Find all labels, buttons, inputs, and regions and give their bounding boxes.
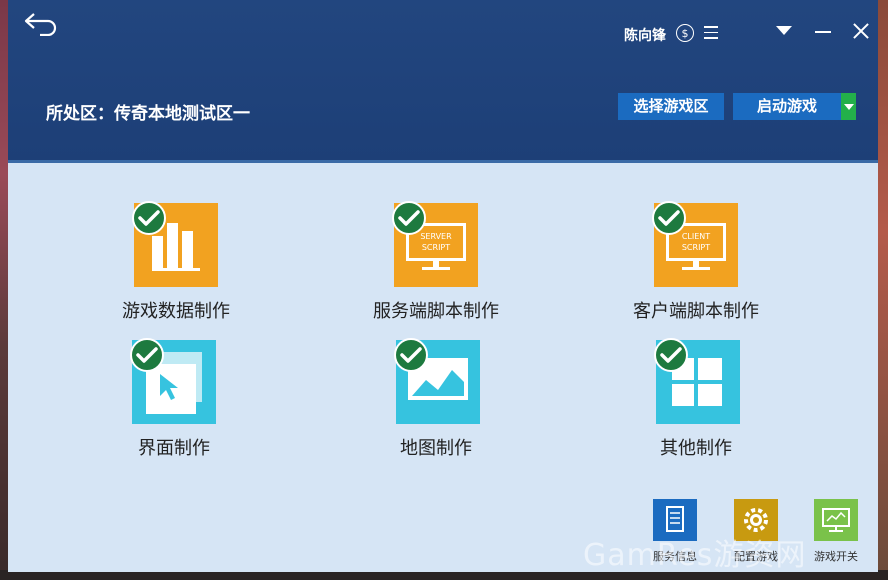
tile-other[interactable]: [654, 338, 740, 424]
dropdown-icon[interactable]: [776, 26, 792, 35]
back-button[interactable]: [22, 10, 60, 37]
start-game-button[interactable]: 启动游戏: [733, 93, 841, 120]
minimize-icon[interactable]: [815, 31, 831, 33]
user-name[interactable]: 陈向锋: [624, 25, 666, 45]
tile-label-game-data: 游戏数据制作: [122, 301, 230, 322]
tile-label-server-script: 服务端脚本制作: [373, 301, 499, 322]
tile-client-script[interactable]: CLIENT SCRIPT: [652, 201, 738, 287]
tile-label-ui-design: 界面制作: [138, 438, 210, 459]
monitor-text-server-2: SCRIPT: [422, 243, 450, 252]
check-icon: [132, 201, 166, 235]
check-icon: [392, 201, 426, 235]
tile-label-client-script: 客户端脚本制作: [633, 301, 759, 322]
coin-icon[interactable]: $: [676, 24, 694, 42]
game-switch-button[interactable]: [814, 499, 858, 541]
menu-icon[interactable]: [704, 26, 718, 40]
check-icon: [394, 338, 428, 372]
check-icon: [654, 338, 688, 372]
tile-map-design[interactable]: [394, 338, 480, 424]
desktop-background-right: [878, 0, 888, 580]
start-game-dropdown-button[interactable]: [841, 93, 856, 120]
tile-label-other: 其他制作: [660, 438, 732, 459]
game-switch-label: 游戏开关: [814, 550, 858, 563]
close-icon[interactable]: [852, 22, 870, 40]
tile-label-map-design: 地图制作: [400, 438, 472, 459]
monitor-icon: [822, 508, 850, 532]
watermark: GamRes游资网: [583, 538, 807, 573]
coin-symbol: $: [681, 27, 689, 40]
tile-server-script[interactable]: SERVER SCRIPT: [392, 201, 478, 287]
check-icon: [652, 201, 686, 235]
header-bar: 陈向锋 $ 所处区：传奇本地测试区一 选择游戏区 启动游戏: [8, 0, 878, 163]
app-window: 陈向锋 $ 所处区：传奇本地测试区一 选择游戏区 启动游戏 游戏数据制作 SER…: [8, 0, 878, 573]
back-arrow-icon: [24, 13, 57, 37]
tile-ui-design[interactable]: [130, 338, 216, 424]
current-zone-label: 所处区：传奇本地测试区一: [46, 104, 250, 124]
monitor-text-server-1: SERVER: [420, 232, 452, 241]
check-icon: [130, 338, 164, 372]
monitor-text-client-1: CLIENT: [682, 232, 710, 241]
select-zone-button[interactable]: 选择游戏区: [618, 93, 724, 120]
tile-game-data[interactable]: [132, 201, 218, 287]
monitor-text-client-2: SCRIPT: [682, 243, 710, 252]
